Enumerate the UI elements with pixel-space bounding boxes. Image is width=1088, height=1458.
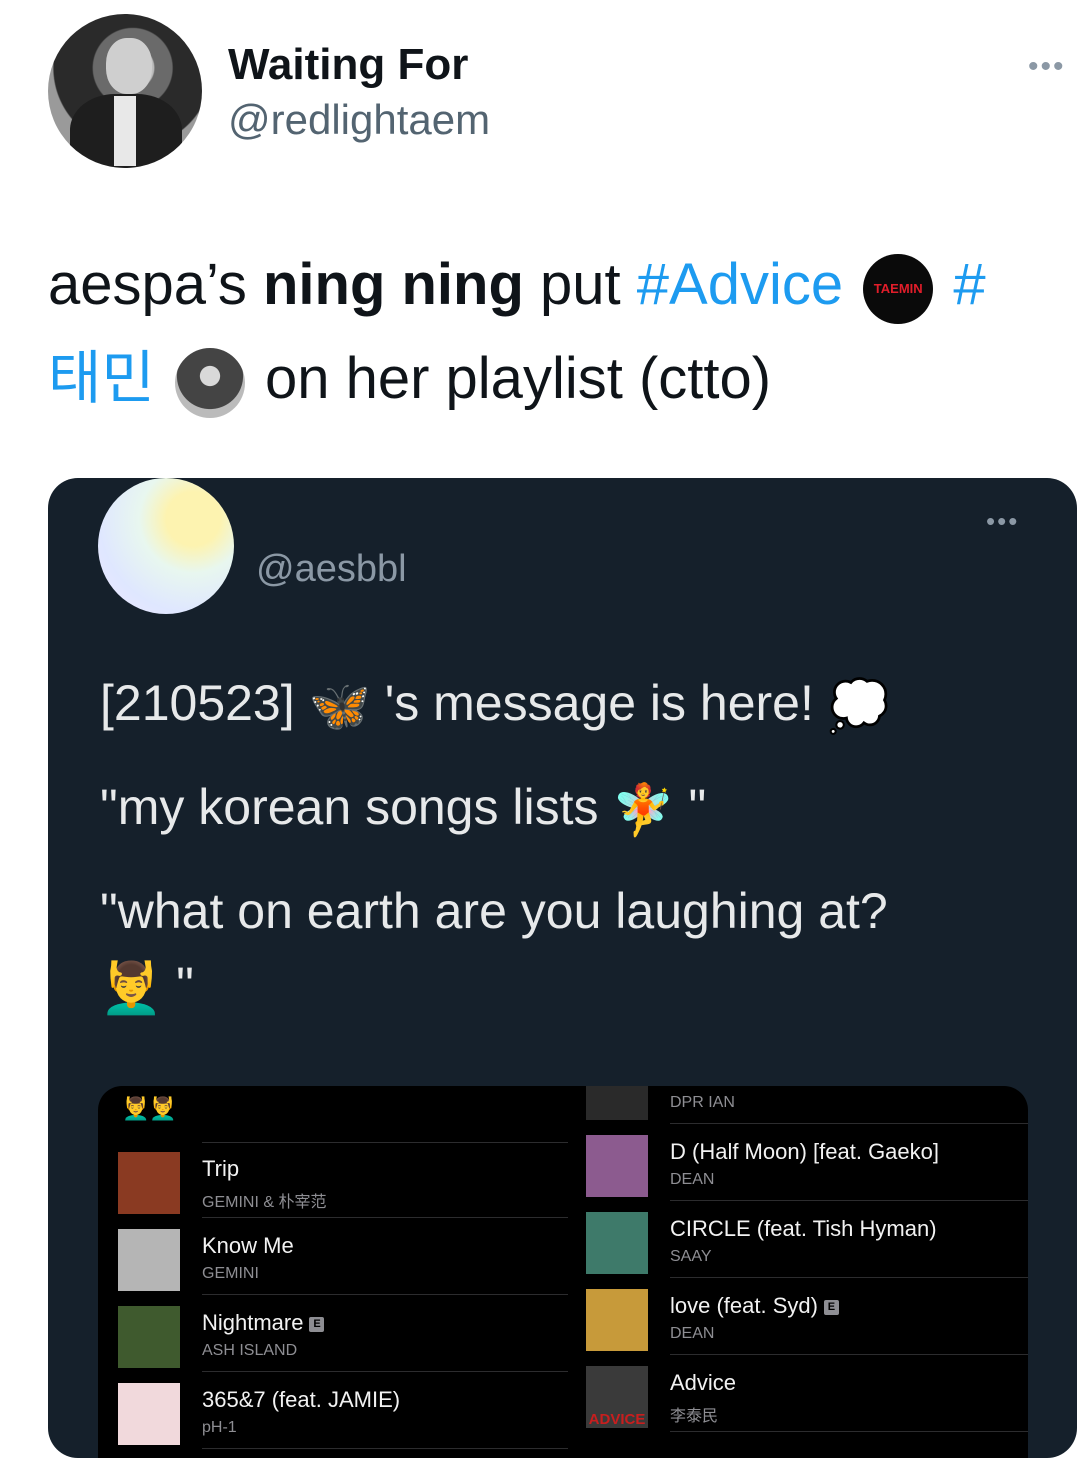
quoted-image-card[interactable]: @aesbbl ••• [210523] 🦋 's message is her…: [48, 478, 1077, 1458]
album-art: [118, 1383, 180, 1445]
quoted-more-icon: •••: [986, 506, 1020, 536]
quoted-handle: @aesbbl: [256, 548, 407, 590]
album-art: ADVICE: [586, 1366, 648, 1428]
tweet-text-part: put: [523, 252, 637, 317]
butterfly-icon: 🦋: [308, 678, 371, 735]
track-title: CIRCLE (feat. Tish Hyman): [670, 1216, 937, 1241]
author-avatar[interactable]: [48, 14, 202, 168]
quoted-line-4: 💆‍♂️ ": [100, 957, 194, 1017]
tweet-bold-name: ning ning: [262, 252, 524, 317]
track-artist: GEMINI & 朴宰范: [202, 1194, 327, 1211]
track-title: D (Half Moon) [feat. Gaeko]: [670, 1139, 939, 1164]
track-row: 365&7 (feat. JAMIE) pH-1: [118, 1377, 568, 1449]
tweet-text-part: on her playlist (ctto): [248, 346, 772, 411]
track-artist: DPR IAN: [670, 1094, 735, 1111]
album-art: [118, 1152, 180, 1214]
man-getting-massage-icon: 💆‍♂️: [100, 960, 163, 1017]
thought-bubble-icon: 💭: [827, 678, 891, 735]
author-display-name[interactable]: Waiting For: [228, 40, 468, 90]
tweet-text-part: aespa’s: [48, 252, 263, 317]
track-title: 365&7 (feat. JAMIE): [202, 1387, 401, 1412]
album-art: [586, 1086, 648, 1120]
playlist-header-emoji: 💆‍♂️💆‍♂️: [122, 1096, 177, 1121]
quoted-line-1: [210523] 🦋 's message is here! 💭: [100, 675, 891, 735]
track-title: love (feat. Syd) E: [670, 1293, 839, 1319]
track-title: Nightmare E: [202, 1310, 325, 1336]
track-artist: DEAN: [670, 1171, 715, 1188]
quoted-avatar: [98, 478, 234, 614]
track-title: Advice: [670, 1370, 737, 1395]
explicit-badge-icon: E: [823, 1299, 839, 1315]
track-artist: SAAY: [670, 1248, 712, 1265]
track-row: CIRCLE (feat. Tish Hyman) SAAY: [586, 1206, 1028, 1278]
quoted-line-2: "my korean songs lists 🧚 ": [100, 779, 707, 839]
track-row: ADVICE Advice 李泰民: [586, 1360, 1028, 1432]
album-art: [586, 1212, 648, 1274]
playlist-screenshot: 💆‍♂️💆‍♂️ Trip GEMINI & 朴宰范 Know Me GEMINI Ni…: [98, 1086, 1028, 1458]
track-row: Nightmare E ASH ISLAND: [118, 1300, 568, 1372]
track-row: Trip GEMINI & 朴宰范: [118, 1146, 568, 1218]
album-art: [118, 1306, 180, 1368]
album-art: [586, 1289, 648, 1351]
track-row: Know Me GEMINI: [118, 1223, 568, 1295]
explicit-badge-icon: E: [309, 1316, 325, 1332]
tweet-text: aespa’s ning ning put #Advice TAEMIN # 태민…: [48, 238, 1058, 426]
album-art: [586, 1135, 648, 1197]
track-title: Know Me: [202, 1233, 294, 1258]
track-row: DPR IAN: [586, 1086, 1028, 1124]
taemin-portrait-hashflag-icon: [174, 347, 245, 418]
quoted-line-3: "what on earth are you laughing at?: [100, 883, 888, 939]
track-artist: pH-1: [202, 1419, 237, 1436]
author-handle[interactable]: @redlightaem: [228, 96, 490, 144]
fairy-icon: 🧚: [612, 782, 675, 839]
more-options-icon[interactable]: •••: [1028, 50, 1066, 84]
track-artist: GEMINI: [202, 1265, 259, 1282]
track-artist: DEAN: [670, 1325, 715, 1342]
track-title: Trip: [202, 1156, 240, 1181]
hashtag-advice-link[interactable]: #Advice: [637, 252, 843, 317]
album-art: [118, 1229, 180, 1291]
track-artist: ASH ISLAND: [202, 1342, 298, 1359]
taemin-hashflag-icon: TAEMIN: [863, 253, 934, 324]
track-row: D (Half Moon) [feat. Gaeko] DEAN: [586, 1129, 1028, 1201]
track-row: love (feat. Syd) E DEAN: [586, 1283, 1028, 1355]
track-artist: 李泰民: [670, 1408, 719, 1425]
